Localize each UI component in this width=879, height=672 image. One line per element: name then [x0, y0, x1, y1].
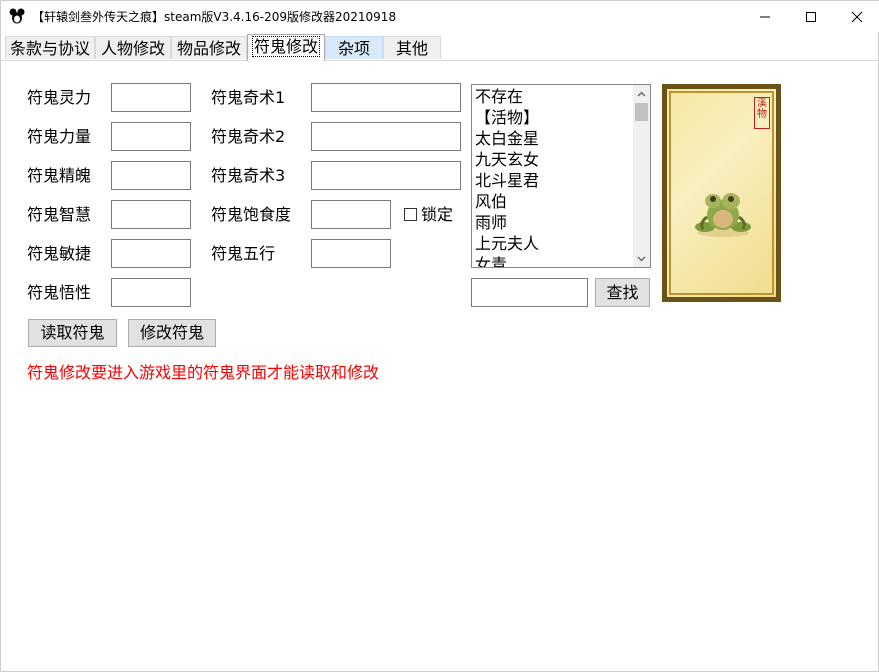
list-item[interactable]: 风伯: [475, 192, 507, 212]
scroll-thumb[interactable]: [635, 103, 648, 121]
field-label-qishu1: 符鬼奇术1: [211, 88, 286, 107]
baoshidu-input[interactable]: [311, 200, 391, 229]
tab-misc[interactable]: 杂项: [325, 36, 383, 59]
list-item[interactable]: 太白金星: [475, 129, 539, 149]
close-icon: [851, 11, 863, 22]
fugui-listbox[interactable]: 不存在 【活物】 太白金星 九天玄女 北斗星君 风伯 雨师 上元夫人 女青: [471, 84, 651, 268]
field-label-lingli: 符鬼灵力: [27, 88, 92, 107]
field-label-zhihui: 符鬼智慧: [27, 205, 92, 224]
notice-text: 符鬼修改要进入游戏里的符鬼界面才能读取和修改: [27, 363, 380, 382]
field-label-wuxing: 符鬼悟性: [27, 283, 92, 302]
tab-terms[interactable]: 条款与协议: [5, 36, 95, 59]
list-item[interactable]: 北斗星君: [475, 171, 539, 191]
lock-label[interactable]: 锁定: [421, 205, 453, 225]
tab-other[interactable]: 其他: [383, 36, 441, 59]
qishu3-input[interactable]: [311, 161, 461, 190]
tab-items[interactable]: 物品修改: [171, 36, 247, 59]
field-label-wuxing-element: 符鬼五行: [211, 244, 276, 263]
qishu2-input[interactable]: [311, 122, 461, 151]
maximize-icon: [806, 11, 816, 22]
scroll-down-arrow-icon[interactable]: [633, 250, 650, 267]
window-title: 【轩辕剑叁外传天之痕】steam版V3.4.16-209版修改器20210918: [32, 10, 397, 24]
app-icon: [8, 7, 26, 25]
read-fugui-button[interactable]: 读取符鬼: [28, 319, 117, 347]
field-label-jingpo: 符鬼精魄: [27, 166, 92, 185]
tab-character[interactable]: 人物修改: [95, 36, 171, 59]
close-button[interactable]: [834, 1, 879, 32]
list-item[interactable]: 上元夫人: [475, 234, 539, 254]
portrait-seal: 溪物: [754, 97, 770, 129]
list-item[interactable]: 雨师: [475, 213, 507, 233]
minimize-button[interactable]: [742, 1, 788, 32]
list-item[interactable]: 不存在: [475, 87, 523, 107]
tab-bar: 条款与协议 人物修改 物品修改 符鬼修改 杂项 其他: [1, 34, 879, 61]
list-item[interactable]: 女青: [475, 255, 507, 267]
liliang-input[interactable]: [111, 122, 191, 151]
scroll-up-arrow-icon[interactable]: [633, 85, 650, 102]
field-label-qishu3: 符鬼奇术3: [211, 166, 286, 185]
search-input[interactable]: [471, 278, 588, 307]
list-item[interactable]: 九天玄女: [475, 150, 539, 170]
frog-image: [695, 193, 751, 237]
tab-fugui[interactable]: 符鬼修改: [247, 34, 325, 61]
list-scrollbar[interactable]: [633, 85, 650, 267]
lingli-input[interactable]: [111, 83, 191, 112]
search-button[interactable]: 查找: [595, 278, 650, 307]
field-label-baoshidu: 符鬼饱食度: [211, 205, 292, 224]
minjie-input[interactable]: [111, 239, 191, 268]
list-item[interactable]: 【活物】: [475, 108, 539, 128]
fugui-portrait: 溪物: [662, 84, 781, 302]
app-window: 【轩辕剑叁外传天之痕】steam版V3.4.16-209版修改器20210918…: [0, 0, 879, 672]
field-label-qishu2: 符鬼奇术2: [211, 127, 286, 146]
qishu1-input[interactable]: [311, 83, 461, 112]
jingpo-input[interactable]: [111, 161, 191, 190]
modify-fugui-button[interactable]: 修改符鬼: [128, 319, 216, 347]
field-label-liliang: 符鬼力量: [27, 127, 92, 146]
maximize-button[interactable]: [788, 1, 834, 32]
minimize-icon: [760, 16, 770, 17]
wuxing-input[interactable]: [111, 278, 191, 307]
field-label-minjie: 符鬼敏捷: [27, 244, 92, 263]
lock-checkbox[interactable]: [404, 208, 417, 221]
zhihui-input[interactable]: [111, 200, 191, 229]
element-input[interactable]: [311, 239, 391, 268]
title-bar: 【轩辕剑叁外传天之痕】steam版V3.4.16-209版修改器20210918: [1, 1, 879, 32]
